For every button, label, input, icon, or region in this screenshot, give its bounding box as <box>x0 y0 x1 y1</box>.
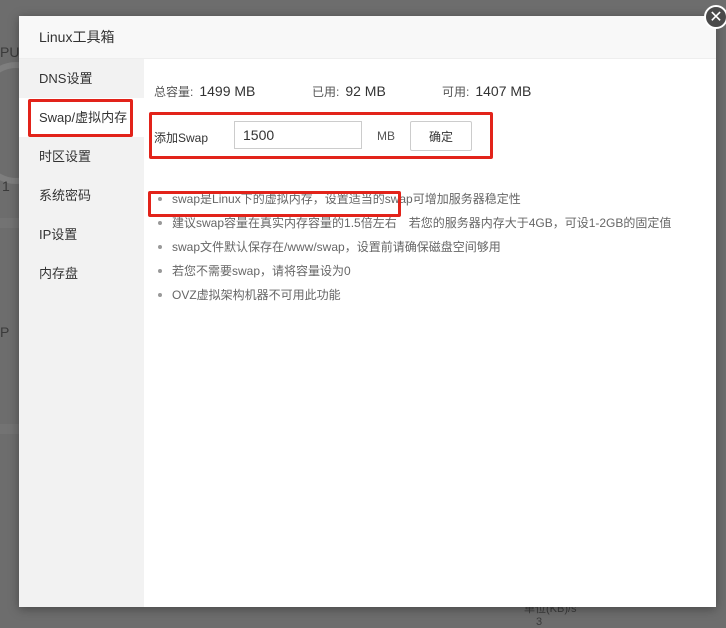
background-divider <box>0 424 19 434</box>
tip-text: 若您不需要swap，请将容量设为0 <box>172 264 351 278</box>
sidebar-item-dns[interactable]: DNS设置 <box>19 59 144 98</box>
background-divider <box>0 218 19 228</box>
stat-used-value: 92 MB <box>345 83 386 99</box>
stat-free-value: 1407 MB <box>475 83 532 99</box>
stat-free-label: 可用: <box>442 85 470 99</box>
background-cpu-label: PU <box>0 44 20 60</box>
background-axis-number: 3 <box>536 616 543 628</box>
tip-item: swap文件默认保存在/www/swap，设置前请确保磁盘空间够用 <box>156 235 671 259</box>
stat-total-value: 1499 MB <box>199 83 256 99</box>
tip-item: 若您不需要swap，请将容量设为0 <box>156 259 671 283</box>
tip-text: swap文件默认保存在/www/swap，设置前请确保磁盘空间够用 <box>172 240 501 254</box>
stat-free: 可用: 1407 MB <box>442 83 531 100</box>
sidebar-item-ramdisk[interactable]: 内存盘 <box>19 254 144 293</box>
highlight-swap-form <box>149 112 493 159</box>
stat-total: 总容量: 1499 MB <box>154 83 255 100</box>
stat-used: 已用: 92 MB <box>312 83 386 100</box>
tip-text: OVZ虚拟架构机器不可用此功能 <box>172 288 341 302</box>
highlight-swap-menu <box>28 99 133 137</box>
highlight-tip <box>148 191 401 217</box>
stat-used-label: 已用: <box>312 85 340 99</box>
background-number: 1 <box>2 178 10 194</box>
stat-total-label: 总容量: <box>154 85 194 99</box>
tip-item: OVZ虚拟架构机器不可用此功能 <box>156 283 671 307</box>
tip-text: 建议swap容量在真实内存容量的1.5倍左右 <box>172 216 397 230</box>
dialog-title: Linux工具箱 <box>19 16 716 59</box>
sidebar-item-password[interactable]: 系统密码 <box>19 176 144 215</box>
close-icon[interactable]: ✕ <box>704 5 726 29</box>
sidebar-nav: DNS设置 Swap/虚拟内存 时区设置 系统密码 IP设置 内存盘 <box>19 59 144 607</box>
background-label: P <box>0 324 10 340</box>
sidebar-item-ip[interactable]: IP设置 <box>19 215 144 254</box>
sidebar-item-timezone[interactable]: 时区设置 <box>19 137 144 176</box>
tip-text-extra: 若您的服务器内存大于4GB，可设1-2GB的固定值 <box>408 216 672 230</box>
